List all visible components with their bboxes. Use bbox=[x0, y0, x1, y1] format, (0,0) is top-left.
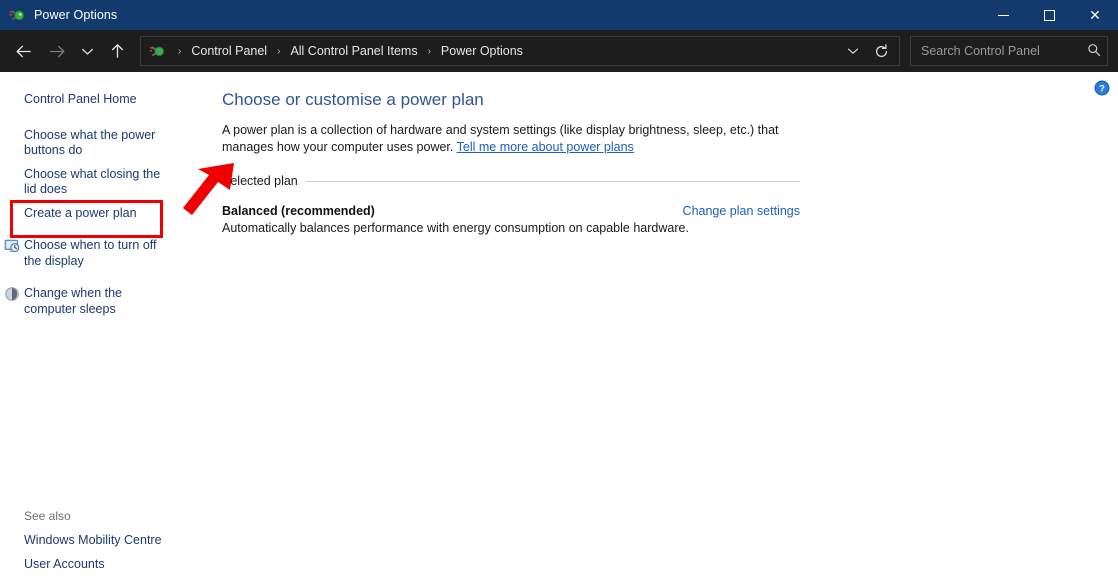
help-question-icon[interactable]: ? bbox=[1094, 80, 1110, 96]
sidebar-item-label: User Accounts bbox=[24, 556, 105, 571]
sidebar-item-label: Choose what the power buttons do bbox=[24, 127, 156, 158]
chevron-down-icon bbox=[847, 48, 859, 54]
breadcrumb-control-panel[interactable]: Control Panel bbox=[188, 42, 270, 60]
search-icon[interactable] bbox=[1087, 43, 1101, 60]
sidebar-item-user-accounts[interactable]: User Accounts bbox=[0, 553, 218, 577]
address-power-plug-icon bbox=[149, 43, 165, 59]
breadcrumb-separator: › bbox=[277, 45, 281, 57]
up-arrow-icon bbox=[111, 44, 123, 58]
search-input[interactable] bbox=[921, 44, 1083, 58]
monitor-clock-icon bbox=[4, 238, 20, 254]
sidebar-item-label: Create a power plan bbox=[24, 205, 137, 220]
sidebar: Control Panel Home Choose what the power… bbox=[0, 72, 218, 584]
address-bar[interactable]: › Control Panel › All Control Panel Item… bbox=[140, 36, 900, 66]
breadcrumb-separator: › bbox=[427, 45, 431, 57]
section-label: Selected plan bbox=[222, 174, 298, 188]
refresh-icon bbox=[875, 43, 887, 57]
back-button[interactable] bbox=[6, 36, 40, 66]
navigation-toolbar: › Control Panel › All Control Panel Item… bbox=[0, 30, 1118, 72]
chevron-down-icon bbox=[81, 48, 93, 55]
change-plan-settings-link[interactable]: Change plan settings bbox=[683, 204, 800, 218]
back-arrow-icon bbox=[16, 45, 31, 57]
power-plug-icon bbox=[9, 7, 25, 23]
sidebar-item-power-buttons[interactable]: Choose what the power buttons do bbox=[0, 124, 218, 163]
power-options-window: Power Options ✕ › Control Panel › All Co… bbox=[0, 0, 1118, 584]
sidebar-item-control-panel-home[interactable]: Control Panel Home bbox=[0, 88, 218, 112]
sidebar-item-label: Choose what closing the lid does bbox=[24, 166, 161, 197]
sidebar-item-closing-lid[interactable]: Choose what closing the lid does bbox=[0, 163, 218, 202]
selected-plan-row: Balanced (recommended) Change plan setti… bbox=[222, 204, 800, 218]
plan-name: Balanced (recommended) bbox=[222, 204, 375, 218]
window-body: Control Panel Home Choose what the power… bbox=[0, 72, 1118, 584]
forward-button[interactable] bbox=[40, 36, 74, 66]
recent-locations-button[interactable] bbox=[74, 36, 100, 66]
search-box[interactable] bbox=[910, 36, 1108, 66]
refresh-button[interactable] bbox=[867, 38, 895, 64]
close-icon: ✕ bbox=[1089, 7, 1101, 23]
window-title: Power Options bbox=[34, 8, 118, 22]
title-bar: Power Options ✕ bbox=[0, 0, 1118, 30]
window-controls: ✕ bbox=[980, 0, 1118, 30]
maximize-button[interactable] bbox=[1026, 0, 1072, 30]
minimize-icon bbox=[997, 14, 1009, 16]
section-divider bbox=[305, 180, 800, 182]
intro-paragraph: A power plan is a collection of hardware… bbox=[222, 122, 804, 156]
sidebar-item-label: Control Panel Home bbox=[24, 92, 137, 106]
forward-arrow-icon bbox=[49, 45, 64, 57]
maximize-icon bbox=[1043, 9, 1055, 21]
selected-plan-section-header: Selected plan bbox=[222, 174, 800, 188]
see-also-section: See also Windows Mobility Centre User Ac… bbox=[0, 509, 218, 584]
breadcrumb-all-control-panel-items[interactable]: All Control Panel Items bbox=[287, 42, 420, 60]
sidebar-item-label: Windows Mobility Centre bbox=[24, 533, 162, 547]
main-content: ? Choose or customise a power plan A pow… bbox=[218, 72, 1118, 584]
sidebar-item-windows-mobility-centre[interactable]: Windows Mobility Centre bbox=[0, 529, 218, 553]
address-dropdown-button[interactable] bbox=[839, 38, 867, 64]
moon-sleep-icon bbox=[4, 286, 20, 302]
breadcrumb-power-options[interactable]: Power Options bbox=[438, 42, 526, 60]
sidebar-item-label: Choose when to turn off the display bbox=[24, 238, 157, 268]
tell-me-more-link[interactable]: Tell me more about power plans bbox=[457, 140, 634, 154]
sidebar-item-computer-sleeps[interactable]: Change when the computer sleeps bbox=[0, 282, 218, 321]
plan-description: Automatically balances performance with … bbox=[222, 221, 689, 235]
up-button[interactable] bbox=[100, 36, 134, 66]
close-button[interactable]: ✕ bbox=[1072, 0, 1118, 30]
see-also-title: See also bbox=[24, 509, 71, 523]
svg-text:?: ? bbox=[1099, 84, 1105, 95]
minimize-button[interactable] bbox=[980, 0, 1026, 30]
sidebar-item-turn-off-display[interactable]: Choose when to turn off the display bbox=[0, 234, 218, 273]
page-title: Choose or customise a power plan bbox=[222, 90, 484, 109]
breadcrumb-separator: › bbox=[178, 45, 182, 57]
sidebar-item-create-power-plan[interactable]: Create a power plan bbox=[0, 202, 218, 226]
sidebar-item-label: Change when the computer sleeps bbox=[24, 286, 122, 316]
